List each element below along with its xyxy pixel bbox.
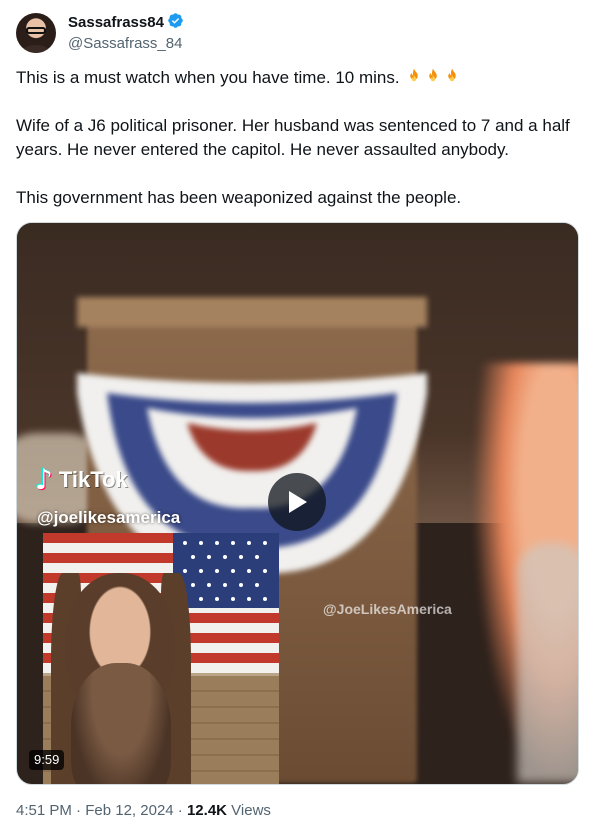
meta-separator: · — [76, 802, 82, 819]
tweet-date[interactable]: Feb 12, 2024 — [85, 802, 173, 819]
tweet-paragraph: This government has been weaponized agai… — [16, 188, 462, 207]
author-display-name[interactable]: Sassafrass84 — [68, 13, 164, 33]
author-handle[interactable]: @Sassafrass_84 — [68, 34, 184, 54]
play-icon — [289, 491, 307, 513]
views-count[interactable]: 12.4K — [187, 802, 227, 819]
fire-icon — [410, 68, 419, 82]
video-player[interactable]: ♪ TikTok @joelikesamerica @JoeLikesAmeri… — [16, 222, 579, 785]
video-watermark: @JoeLikesAmerica — [323, 601, 452, 617]
man-beard — [71, 663, 171, 784]
tweet-meta: 4:51 PM · Feb 12, 2024 · 12.4K Views — [16, 801, 271, 821]
avatar[interactable] — [16, 13, 56, 53]
tweet-paragraph: This is a must watch when you have time.… — [16, 66, 586, 90]
tiktok-brand: TikTok — [58, 466, 128, 492]
tweet-text: This is a must watch when you have time.… — [16, 66, 586, 234]
fire-icon — [429, 68, 438, 82]
tiktok-overlay: ♪ TikTok — [35, 463, 128, 496]
fire-emoji-group — [404, 68, 461, 87]
play-button[interactable] — [268, 473, 326, 531]
tweet-header: Sassafrass84 @Sassafrass_84 — [16, 12, 184, 54]
tiktok-icon: ♪ — [35, 463, 53, 496]
author-block: Sassafrass84 @Sassafrass_84 — [68, 12, 184, 54]
meta-separator: · — [177, 802, 183, 819]
verified-badge-icon[interactable] — [167, 12, 184, 34]
views-label: Views — [231, 802, 271, 819]
tweet-time[interactable]: 4:51 PM — [16, 802, 72, 819]
video-duration: 9:59 — [29, 750, 65, 770]
tweet-paragraph: Wife of a J6 political prisoner. Her hus… — [16, 116, 575, 159]
inset-video — [43, 533, 279, 784]
fire-icon — [448, 68, 457, 82]
tiktok-handle: @joelikesamerica — [37, 508, 181, 527]
